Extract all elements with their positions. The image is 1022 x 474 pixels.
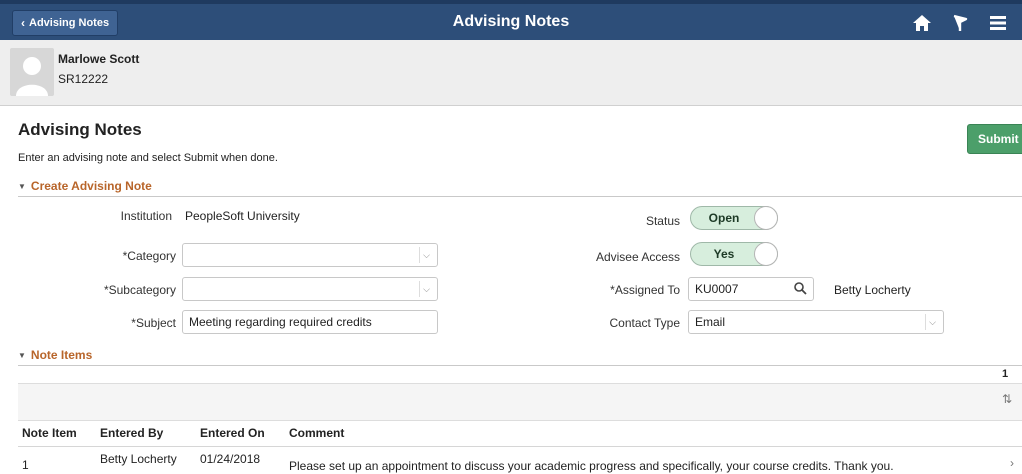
column-header-entered-by[interactable]: Entered By bbox=[100, 426, 163, 440]
status-label: Status bbox=[645, 214, 680, 228]
table-header-divider bbox=[18, 446, 1022, 447]
column-header-comment[interactable]: Comment bbox=[289, 426, 344, 440]
collapse-triangle-icon: ▼ bbox=[18, 350, 26, 360]
subcategory-label: *Subcategory bbox=[103, 283, 176, 297]
search-icon[interactable] bbox=[793, 281, 807, 298]
chevron-right-icon[interactable]: › bbox=[1010, 456, 1014, 470]
assigned-to-name: Betty Locherty bbox=[834, 283, 911, 297]
advisee-access-label: Advisee Access bbox=[595, 250, 680, 264]
subject-input[interactable]: Meeting regarding required credits bbox=[182, 310, 438, 334]
section-divider bbox=[18, 196, 1022, 197]
chevron-down-icon: ⌵ bbox=[419, 247, 433, 263]
assigned-to-value: KU0007 bbox=[695, 282, 739, 296]
section-divider bbox=[18, 365, 1022, 366]
contact-type-label: Contact Type bbox=[609, 316, 681, 330]
column-header-note-item[interactable]: Note Item bbox=[22, 426, 77, 440]
page-title: Advising Notes bbox=[18, 120, 142, 139]
page-header-title: Advising Notes bbox=[452, 13, 570, 30]
top-banner: ‹ Advising Notes Advising Notes bbox=[0, 0, 1022, 40]
subcategory-select[interactable]: ⌵ bbox=[182, 277, 438, 301]
avatar bbox=[10, 48, 54, 96]
row-entered-by: Betty Locherty bbox=[100, 452, 177, 466]
submit-button[interactable]: Submit bbox=[967, 124, 1022, 154]
student-banner: Marlowe Scott SR12222 bbox=[0, 40, 1022, 106]
create-section-title: Create Advising Note bbox=[30, 179, 152, 193]
home-icon[interactable] bbox=[908, 8, 936, 38]
category-select[interactable]: ⌵ bbox=[182, 243, 438, 267]
column-header-entered-on[interactable]: Entered On bbox=[200, 426, 265, 440]
toggle-knob bbox=[754, 242, 778, 266]
row-entered-on: 01/24/2018 bbox=[200, 452, 261, 466]
assigned-to-label: *Assigned To bbox=[610, 283, 680, 297]
status-toggle[interactable]: Open bbox=[690, 206, 778, 230]
advisee-access-value: Yes bbox=[713, 247, 735, 261]
collapse-triangle-icon: ▼ bbox=[18, 181, 26, 191]
create-section-header[interactable]: ▼ Create Advising Note bbox=[18, 179, 152, 193]
note-items-title: Note Items bbox=[30, 348, 93, 362]
sort-icon[interactable]: ⇅ bbox=[1002, 392, 1022, 412]
toggle-knob bbox=[754, 206, 778, 230]
student-name: Marlowe Scott bbox=[58, 52, 140, 66]
contact-type-value: Email bbox=[695, 315, 726, 329]
grid-toolbar bbox=[18, 383, 1022, 421]
assigned-to-input[interactable]: KU0007 bbox=[688, 277, 814, 301]
instructions-text: Enter an advising note and select Submit… bbox=[18, 152, 278, 164]
student-id: SR12222 bbox=[58, 72, 109, 86]
contact-type-select[interactable]: Email ⌵ bbox=[688, 310, 944, 334]
category-label: *Category bbox=[122, 249, 176, 263]
row-note-item: 1 bbox=[22, 458, 29, 472]
advisee-access-toggle[interactable]: Yes bbox=[690, 242, 778, 266]
chevron-down-icon: ⌵ bbox=[925, 314, 939, 330]
institution-value: PeopleSoft University bbox=[185, 209, 300, 223]
menu-icon[interactable] bbox=[984, 8, 1012, 38]
subject-label: *Subject bbox=[131, 316, 176, 330]
row-comment: Please set up an appointment to discuss … bbox=[289, 459, 894, 473]
status-value: Open bbox=[708, 211, 740, 225]
institution-label: Institution bbox=[120, 209, 172, 223]
chevron-down-icon: ⌵ bbox=[419, 281, 433, 297]
note-items-header[interactable]: ▼ Note Items bbox=[18, 348, 92, 362]
flag-icon[interactable] bbox=[946, 8, 974, 38]
